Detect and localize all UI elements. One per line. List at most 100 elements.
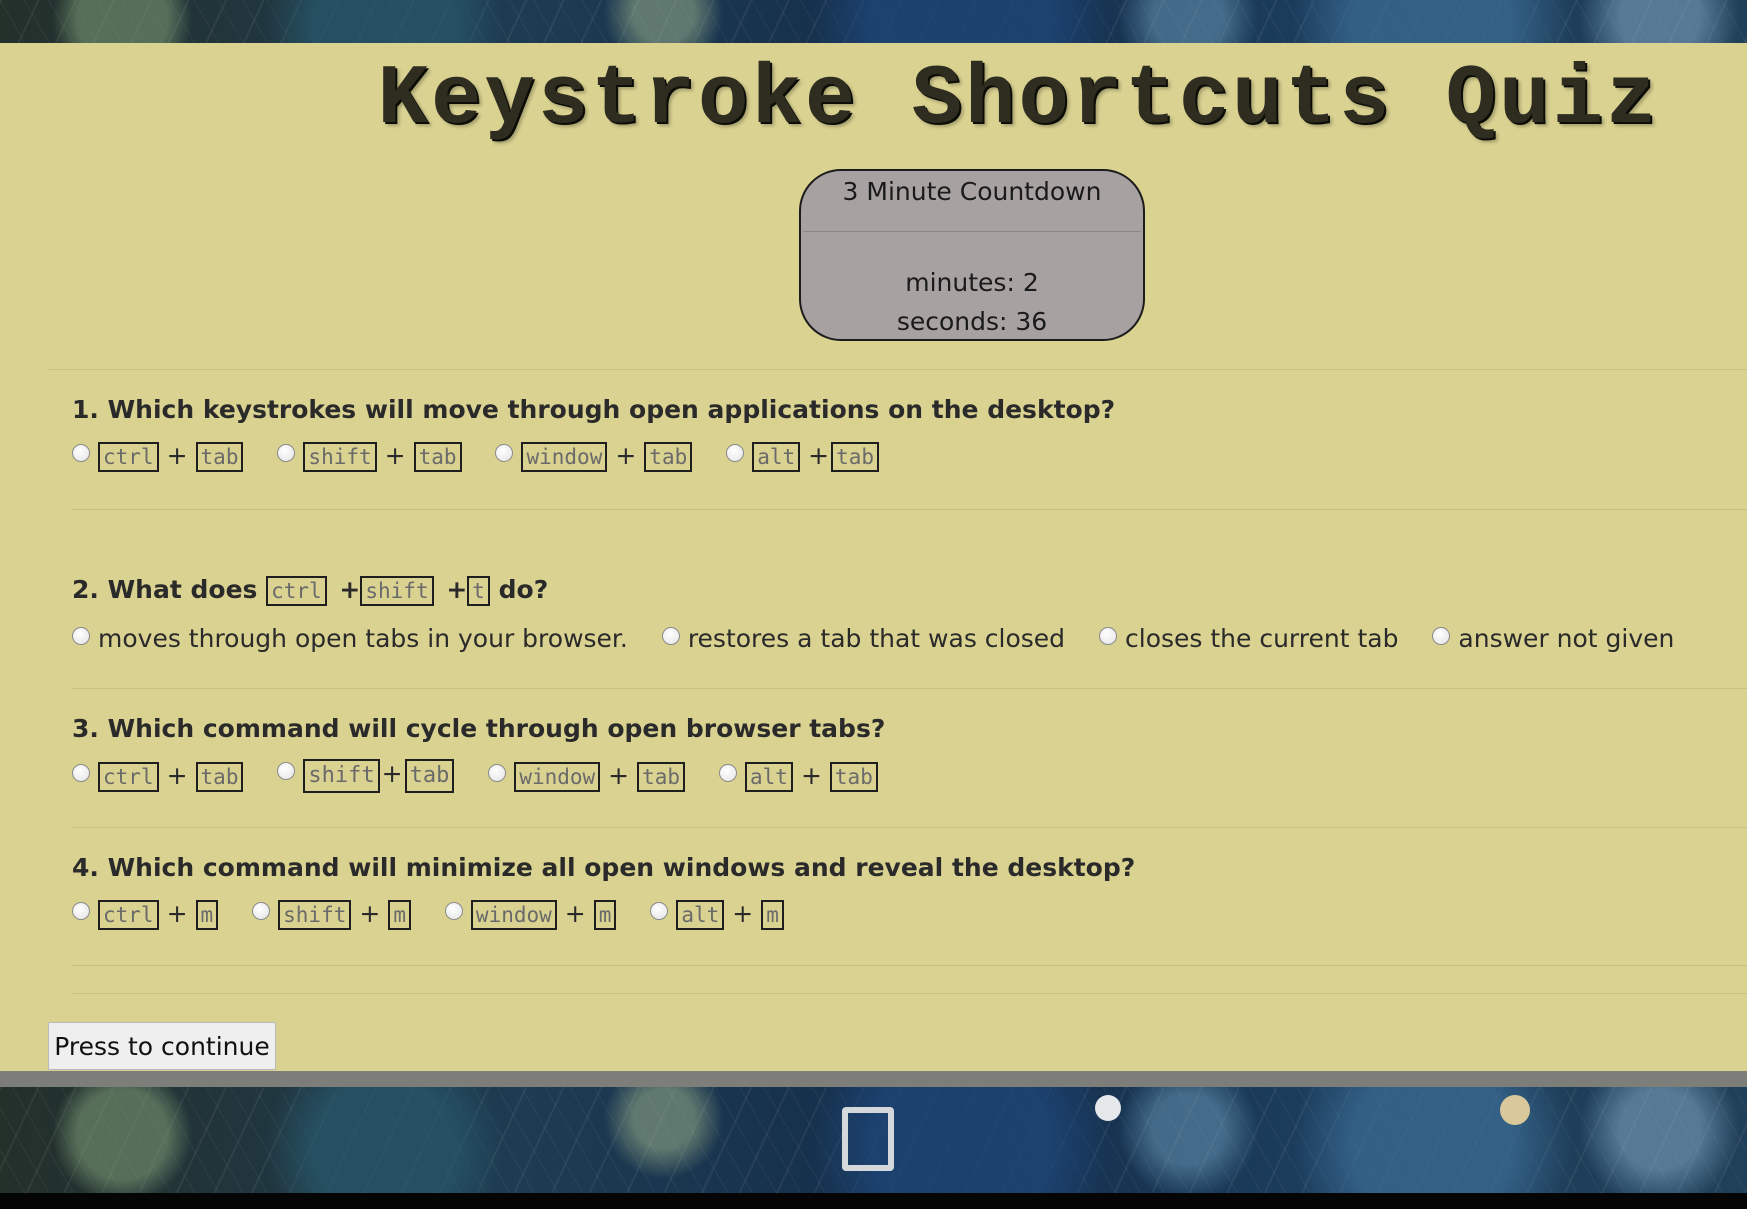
plus-sign: + [166,898,188,928]
screen-edge [0,1193,1747,1209]
q3-option-1[interactable]: ctrl + tab [72,760,244,792]
key-label: m [388,899,411,930]
divider [72,993,1747,994]
key-label: tab [644,441,693,472]
option-label: moves through open tabs in your browser. [98,623,628,653]
key-label: tab [413,441,462,472]
decorative-shape [842,1107,894,1171]
q1-option-2[interactable]: shift + tab [277,440,462,472]
radio-button[interactable] [72,443,90,462]
q3-option-4[interactable]: alt + tab [719,761,878,792]
question-4: 4. Which command will minimize all open … [72,853,1135,930]
countdown-title: 3 Minute Countdown [842,177,1102,206]
option-label: answer not given [1458,623,1675,653]
key-label: m [761,899,784,930]
key-label: ctrl [98,761,159,792]
decorative-shape [1500,1095,1530,1125]
question-2-suffix: do? [498,575,549,604]
question-3-options: ctrl + tab shift + tab window + tab alt + tab [72,759,904,793]
plus-sign: + [166,440,188,470]
plus-sign: + [384,440,406,470]
plus-sign: + [339,575,361,604]
radio-button[interactable] [72,626,90,645]
question-1: 1. Which keystrokes will move through op… [72,395,1115,472]
key-label: window [514,761,601,792]
plus-sign: + [732,898,754,928]
radio-button[interactable] [72,763,90,782]
plus-sign: + [808,440,830,470]
plus-sign: + [166,760,188,790]
question-2: 2. What does ctrl + shift + t do? moves th… [72,575,1700,653]
divider [72,965,1747,966]
question-4-options: ctrl + m shift + m window + m alt + m [72,898,1135,930]
radio-button[interactable] [444,901,463,920]
radio-button[interactable] [488,763,507,782]
key-label: alt [745,761,793,792]
radio-button[interactable] [650,901,669,920]
key-label: ctrl [98,441,159,472]
question-3: 3. Which command will cycle through open… [72,714,904,793]
key-label: tab [637,761,686,792]
q4-option-4[interactable]: alt + m [650,899,784,930]
radio-button[interactable] [726,443,745,462]
q2-option-4[interactable]: answer not given [1432,624,1674,653]
question-2-prefix: 2. What does [72,575,258,604]
countdown-minutes: minutes: 2 [905,268,1039,297]
q3-option-3[interactable]: window + tab [488,761,686,792]
plus-sign: + [446,575,468,604]
option-label: closes the current tab [1125,623,1399,653]
key-label: m [593,899,617,930]
key-label: shift [278,899,352,930]
radio-button[interactable] [661,626,680,645]
q1-option-4[interactable]: alt + tab [726,440,880,472]
key-label: tab [195,761,244,792]
q1-option-1[interactable]: ctrl + tab [72,440,244,472]
plus-sign: + [564,898,586,928]
plus-sign: + [800,760,822,790]
q4-option-3[interactable]: window + m [444,898,617,930]
radio-button[interactable] [719,763,738,782]
radio-button[interactable] [252,901,271,920]
key-label: shift [360,576,434,606]
countdown-timer: 3 Minute Countdown minutes: 2 seconds: 3… [799,169,1145,341]
countdown-divider [803,231,1141,232]
question-3-text: 3. Which command will cycle through open… [72,714,886,743]
question-1-text: 1. Which keystrokes will move through op… [72,395,1116,424]
key-label: shift [303,759,380,793]
radio-button[interactable] [72,901,90,920]
option-label: restores a tab that was closed [687,623,1066,653]
key-label: ctrl [98,899,159,930]
key-label: tab [829,761,878,792]
continue-button[interactable]: Press to continue [48,1022,276,1070]
plus-sign: + [359,898,381,928]
key-label: tab [195,441,244,472]
q1-option-3[interactable]: window + tab [495,441,693,472]
plus-sign: + [381,759,403,788]
key-label: t [467,576,490,606]
background-image-bottom [0,1087,1747,1193]
key-label: tab [404,759,455,793]
q4-option-1[interactable]: ctrl + m [72,898,219,930]
q2-option-3[interactable]: closes the current tab [1099,624,1398,653]
key-label: m [195,899,219,930]
decorative-shape [1095,1095,1121,1121]
countdown-seconds: seconds: 36 [896,307,1048,336]
key-label: alt [752,441,801,472]
key-label: alt [676,899,725,930]
horizontal-scrollbar[interactable] [0,1071,1747,1087]
q2-option-1[interactable]: moves through open tabs in your browser. [72,624,628,653]
divider [72,688,1747,689]
divider [72,827,1747,828]
question-4-text: 4. Which command will minimize all open … [72,853,1136,882]
key-label: tab [831,441,880,472]
radio-button[interactable] [277,762,296,780]
q4-option-2[interactable]: shift + m [252,899,411,930]
page-title: Keystroke Shortcuts Quiz [377,53,1660,148]
radio-button[interactable] [495,443,514,462]
q3-option-2[interactable]: shift + tab [277,759,455,793]
q2-option-2[interactable]: restores a tab that was closed [661,623,1066,653]
radio-button[interactable] [277,443,296,462]
radio-button[interactable] [1432,626,1451,645]
radio-button[interactable] [1099,626,1117,645]
key-label: shift [303,441,377,472]
